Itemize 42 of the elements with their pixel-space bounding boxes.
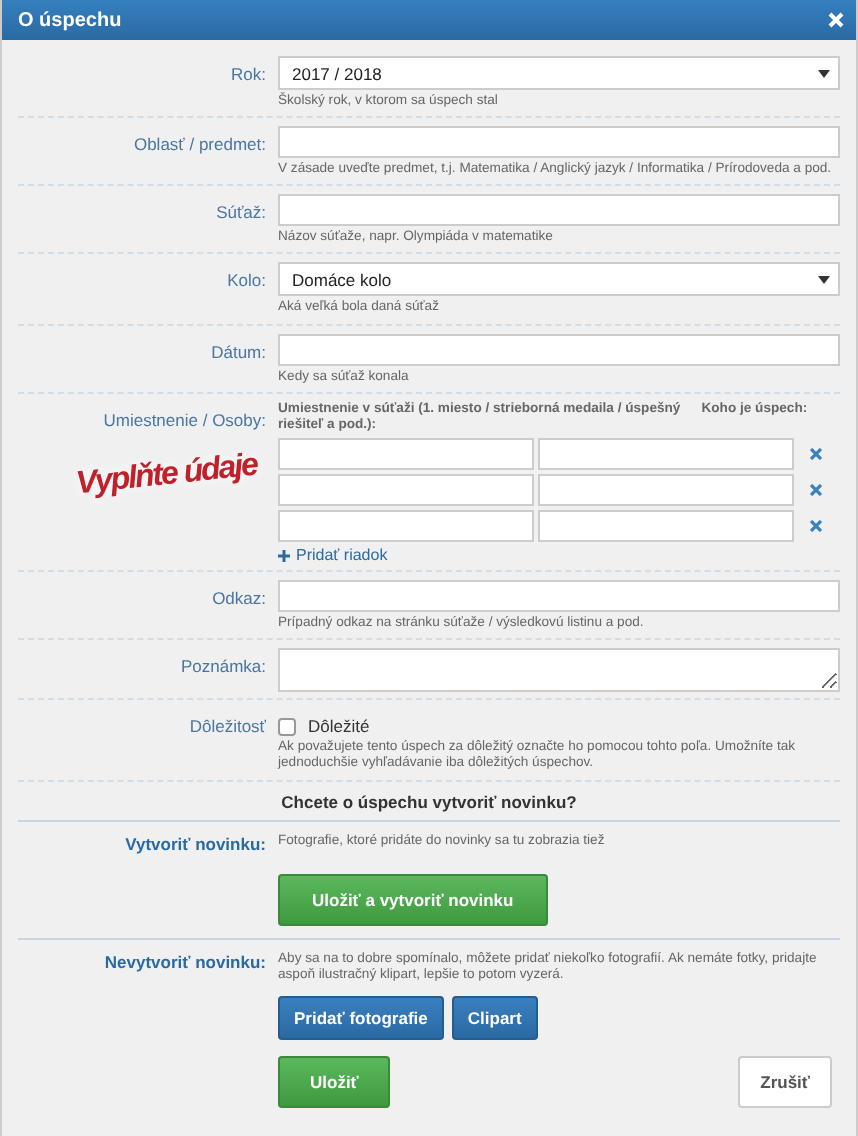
field-label: Súťaž: <box>214 200 266 227</box>
input-field[interactable] <box>278 438 534 471</box>
add-row-link[interactable]: Pridať riadok <box>278 546 388 565</box>
photo-button[interactable]: Pridať fotografie <box>278 996 444 1041</box>
news-question: Chcete o úspechu vytvoriť novinku? <box>18 781 840 822</box>
photo-button[interactable]: Clipart <box>451 996 538 1041</box>
stamp-text: Vyplňte údaje <box>75 448 260 503</box>
input-field[interactable] <box>278 580 840 613</box>
dialog-title: O úspechu <box>18 9 122 31</box>
field-label: Kolo: <box>225 268 266 295</box>
caret-icon <box>818 69 830 77</box>
save-button[interactable]: Uložiť <box>278 1056 391 1109</box>
input-field[interactable] <box>538 438 794 471</box>
field-label: Poznámka: <box>178 654 266 681</box>
remove-icon[interactable] <box>810 520 822 533</box>
input-field[interactable] <box>278 510 534 543</box>
field-label: Umiestnenie / Osoby: <box>103 407 266 430</box>
field-label: Dôležitosť <box>187 714 266 741</box>
section-label: Nevytvoriť novinku: <box>102 951 266 976</box>
checkbox-label: Dôležité <box>308 716 370 737</box>
text-area[interactable] <box>278 648 840 693</box>
field-label: Dátum: <box>209 339 266 366</box>
remove-icon[interactable] <box>810 484 822 497</box>
cancel-button[interactable]: Zrušiť <box>738 1056 832 1109</box>
input-field[interactable] <box>278 474 534 507</box>
field-label: Oblasť / predmet: <box>131 132 266 159</box>
select-field[interactable]: Domáce kolo <box>278 262 840 297</box>
input-field[interactable] <box>538 510 794 543</box>
field-label: Rok: <box>229 62 266 88</box>
input-field[interactable] <box>278 126 840 159</box>
input-field[interactable] <box>278 194 840 227</box>
close-icon[interactable] <box>828 12 844 28</box>
input-field[interactable] <box>538 474 794 507</box>
remove-icon[interactable] <box>810 448 822 461</box>
save-and-create-button[interactable]: Uložiť a vytvoriť novinku <box>278 873 548 926</box>
checkbox[interactable] <box>278 717 296 736</box>
input-field[interactable] <box>278 333 840 366</box>
plus-icon <box>278 549 290 562</box>
caret-icon <box>818 275 830 284</box>
section-label: Vytvoriť novinku: <box>123 833 266 858</box>
field-label: Odkaz: <box>210 586 266 613</box>
select-field[interactable]: 2017 / 2018 <box>278 56 840 90</box>
